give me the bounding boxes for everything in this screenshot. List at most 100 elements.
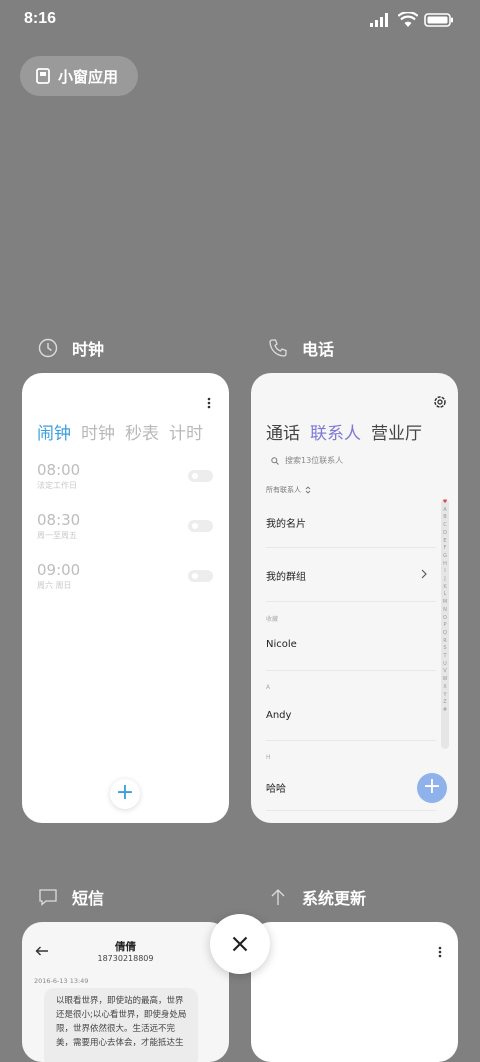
- alphabet-index[interactable]: ♥ A B C D E F G H I J K L M N O P Q R S T U V W X Y Z #: [441, 499, 449, 749]
- my-card-item[interactable]: 我的名片: [266, 515, 306, 530]
- alphabet-letter[interactable]: I: [444, 568, 445, 576]
- contact-item[interactable]: 哈哈: [266, 780, 286, 795]
- alarm-item[interactable]: 08:00 法定工作日: [37, 461, 80, 491]
- alphabet-letter[interactable]: Y: [443, 692, 446, 700]
- clock-app-label[interactable]: 时钟: [38, 336, 104, 360]
- alarm-repeat: 法定工作日: [37, 481, 77, 490]
- alphabet-letter[interactable]: T: [443, 653, 446, 661]
- alphabet-letter[interactable]: C: [443, 522, 447, 530]
- alphabet-letter[interactable]: H: [443, 561, 447, 569]
- alarm-repeat: 周六 周日: [37, 581, 72, 590]
- clock-icon: [38, 338, 58, 358]
- update-app-name: 系统更新: [302, 889, 367, 908]
- alphabet-letter[interactable]: D: [443, 530, 447, 538]
- search-placeholder: 搜索13位联系人: [285, 456, 344, 465]
- add-contact-button[interactable]: +: [417, 773, 447, 803]
- divider: [266, 670, 436, 671]
- small-window-button[interactable]: 小窗应用: [20, 56, 138, 96]
- alphabet-letter[interactable]: B: [443, 514, 446, 522]
- alphabet-letter[interactable]: N: [443, 607, 447, 615]
- alphabet-letter[interactable]: V: [443, 668, 446, 676]
- tab-alarm[interactable]: 闹钟: [37, 419, 71, 444]
- divider: [266, 601, 436, 602]
- alarm-toggle[interactable]: [188, 570, 213, 582]
- arrow-up-icon: [271, 889, 285, 905]
- update-app-card[interactable]: [251, 922, 458, 1062]
- divider: [266, 810, 436, 811]
- alphabet-letter[interactable]: #: [443, 707, 447, 715]
- more-options-icon[interactable]: [438, 946, 442, 958]
- alphabet-letter[interactable]: L: [444, 591, 447, 599]
- contact-filter-dropdown[interactable]: 所有联系人: [266, 485, 311, 495]
- alphabet-letter[interactable]: U: [443, 661, 447, 669]
- section-header: 收藏: [266, 616, 279, 623]
- add-alarm-button[interactable]: +: [110, 779, 140, 809]
- alphabet-letter[interactable]: W: [443, 676, 448, 684]
- alarm-item[interactable]: 09:00 周六 周日: [37, 561, 80, 591]
- alphabet-letter[interactable]: Q: [443, 630, 447, 638]
- section-header: A: [266, 684, 271, 691]
- search-icon: [271, 456, 279, 465]
- phone-app-card[interactable]: 通话 联系人 营业厅 搜索13位联系人 所有联系人 我的名片 我的群组 收藏 N…: [251, 373, 458, 823]
- phone-app-label[interactable]: 电话: [268, 336, 334, 360]
- conversation-contact-number: 18730218809: [97, 954, 154, 963]
- contact-search-input[interactable]: 搜索13位联系人: [271, 455, 343, 466]
- close-icon: [232, 936, 248, 952]
- sms-app-label[interactable]: 短信: [38, 885, 104, 909]
- alarm-toggle[interactable]: [188, 470, 213, 482]
- sms-app-name: 短信: [72, 889, 105, 908]
- clear-all-button[interactable]: [210, 914, 270, 974]
- small-window-label: 小窗应用: [58, 67, 119, 86]
- alphabet-letter[interactable]: S: [443, 645, 446, 653]
- wifi-icon: [398, 12, 418, 27]
- alphabet-letter[interactable]: Z: [443, 699, 446, 707]
- section-header: H: [266, 754, 271, 761]
- tab-stopwatch[interactable]: 秒表: [125, 419, 159, 444]
- alphabet-letter[interactable]: O: [443, 615, 447, 623]
- filter-label: 所有联系人: [266, 486, 301, 494]
- alarm-toggle[interactable]: [188, 520, 213, 532]
- alphabet-letter[interactable]: R: [443, 638, 446, 646]
- alphabet-letter[interactable]: K: [443, 584, 446, 592]
- alphabet-letter[interactable]: A: [443, 507, 446, 515]
- clock-app-name: 时钟: [72, 340, 105, 359]
- tab-clock[interactable]: 时钟: [81, 419, 115, 444]
- alarm-time: 08:30: [37, 511, 81, 529]
- alphabet-letter[interactable]: M: [443, 599, 447, 607]
- update-app-label[interactable]: 系统更新: [268, 885, 366, 909]
- my-groups-item[interactable]: 我的群组: [266, 568, 306, 583]
- small-window-icon: [36, 68, 50, 84]
- status-icons: [370, 12, 454, 27]
- divider: [266, 740, 436, 741]
- message-bubble[interactable]: 以眼看世界，即使站的最高，世界还是很小;以心看世界，即使身处局限，世界依然很大。…: [44, 988, 198, 1062]
- alarm-item[interactable]: 08:30 周一至周五: [37, 511, 80, 541]
- alphabet-letter[interactable]: ♥: [443, 499, 447, 507]
- clock-tabs: 闹钟 时钟 秒表 计时: [37, 419, 203, 444]
- tab-timer[interactable]: 计时: [169, 419, 203, 444]
- clock-app-card[interactable]: 闹钟 时钟 秒表 计时 08:00 法定工作日 08:30 周一至周五 09:0…: [22, 373, 229, 823]
- chevron-right-icon: [421, 569, 427, 579]
- phone-tabs: 通话 联系人 营业厅: [266, 419, 422, 444]
- chevron-updown-icon: [305, 486, 311, 494]
- settings-icon[interactable]: [433, 395, 447, 409]
- battery-icon: [424, 12, 453, 27]
- contact-item[interactable]: Nicole: [266, 639, 297, 650]
- signal-icon: [370, 12, 388, 27]
- more-options-icon[interactable]: [207, 397, 211, 409]
- sms-app-card[interactable]: 倩倩 18730218809 2016-6-13 13:49 以眼看世界，即使站…: [22, 922, 229, 1062]
- message-timestamp: 2016-6-13 13:49: [34, 977, 89, 985]
- alphabet-letter[interactable]: X: [443, 684, 446, 692]
- alphabet-letter[interactable]: G: [443, 553, 447, 561]
- alphabet-letter[interactable]: P: [443, 622, 446, 630]
- contact-item[interactable]: Andy: [266, 710, 291, 721]
- alphabet-letter[interactable]: F: [444, 545, 447, 553]
- alarm-time: 09:00: [37, 561, 81, 579]
- alarm-repeat: 周一至周五: [37, 531, 77, 540]
- tab-contacts[interactable]: 联系人: [310, 419, 361, 444]
- alphabet-letter[interactable]: J: [444, 576, 445, 584]
- tab-service-hall[interactable]: 营业厅: [371, 419, 422, 444]
- alphabet-letter[interactable]: E: [443, 538, 446, 546]
- conversation-contact-name: 倩倩: [115, 941, 136, 953]
- tab-calls[interactable]: 通话: [266, 419, 300, 444]
- divider: [266, 547, 436, 548]
